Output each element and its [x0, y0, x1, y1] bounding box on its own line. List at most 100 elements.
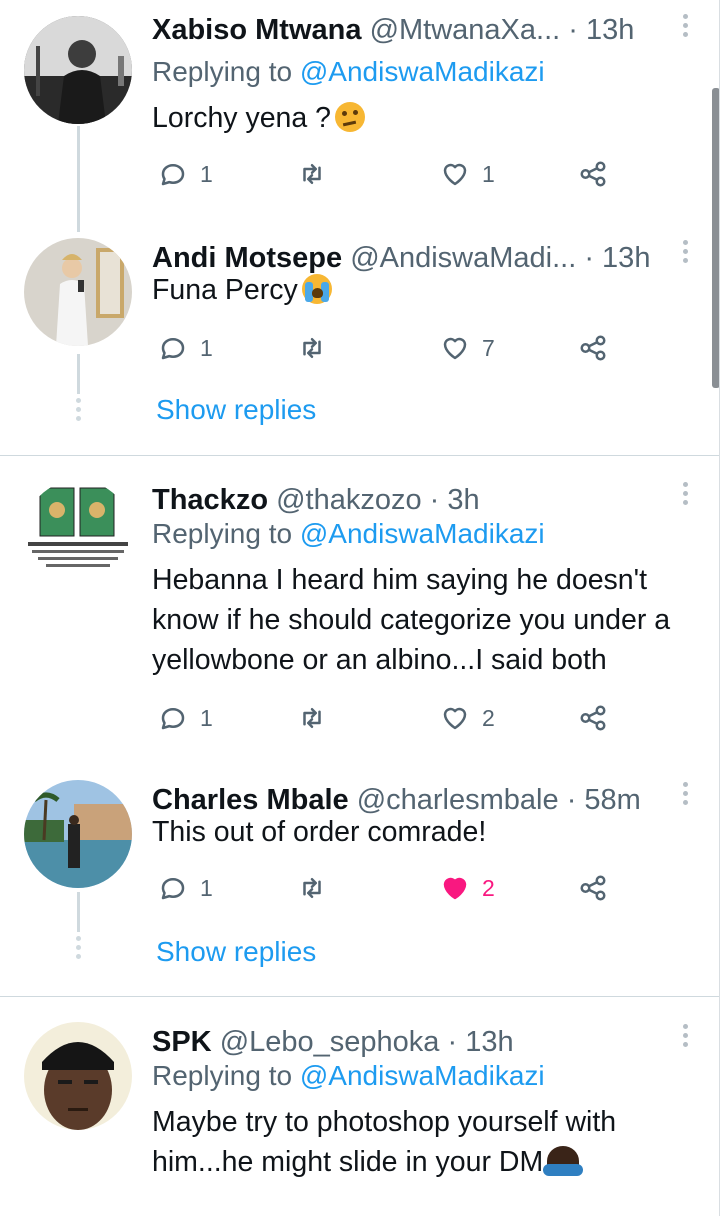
replying-prefix: Replying to: [152, 1060, 293, 1091]
replying-prefix: Replying to: [152, 56, 293, 87]
like-count: 2: [482, 704, 495, 731]
mention-link[interactable]: @AndiswaMadikazi: [300, 518, 545, 549]
retweet-button[interactable]: [297, 152, 327, 196]
share-icon: [580, 161, 606, 187]
reply-button[interactable]: 1: [158, 326, 213, 370]
timestamp[interactable]: · 13h: [568, 14, 634, 46]
reply-button[interactable]: 1: [158, 696, 213, 740]
thread-collapsed-dots: [75, 398, 81, 425]
more-options-icon[interactable]: [680, 482, 690, 512]
display-name[interactable]: SPK: [152, 1026, 212, 1058]
tweet-text: This out of order comrade!: [152, 816, 487, 848]
retweet-icon: [303, 878, 321, 898]
reply-count: 1: [200, 334, 213, 361]
timestamp[interactable]: · 13h: [448, 1026, 514, 1058]
more-options-icon[interactable]: [680, 240, 690, 270]
tweet-xabiso[interactable]: Xabiso Mtwana @MtwanaXa... · 13h Replyin…: [0, 0, 720, 232]
tweet-andi[interactable]: Andi Motsepe @AndiswaMadi... · 13h Funa …: [0, 228, 720, 454]
more-options-icon[interactable]: [680, 14, 690, 44]
avatar[interactable]: [24, 480, 132, 588]
like-icon: [443, 163, 467, 186]
share-button[interactable]: [578, 326, 608, 370]
like-button[interactable]: 7: [440, 326, 495, 370]
like-count: 2: [482, 874, 495, 901]
display-name[interactable]: Thackzo: [152, 484, 268, 516]
avatar[interactable]: [24, 238, 132, 346]
retweet-button[interactable]: [297, 696, 327, 740]
avatar-photo: [24, 1022, 132, 1130]
avatar-photo-bw: [24, 16, 132, 124]
thread-line: [77, 892, 80, 932]
reply-icon: [161, 878, 185, 900]
show-replies-link[interactable]: Show replies: [156, 390, 316, 430]
share-button[interactable]: [578, 152, 608, 196]
share-icon: [580, 705, 606, 731]
person-shrugging-icon: [543, 1146, 584, 1176]
retweet-icon: [303, 164, 321, 184]
tweet-text: Lorchy yena ?: [152, 98, 707, 138]
reply-count: 1: [200, 704, 213, 731]
thinking-face-icon: [335, 102, 366, 132]
reply-count: 1: [200, 874, 213, 901]
tweet-header: Xabiso Mtwana @MtwanaXa... · 13h: [152, 10, 672, 50]
divider: [0, 996, 720, 997]
avatar-image-cards: [24, 480, 132, 588]
timestamp[interactable]: · 3h: [430, 484, 480, 516]
reply-button[interactable]: 1: [158, 866, 213, 910]
like-button[interactable]: 2: [440, 866, 495, 910]
action-bar: 1 2: [152, 696, 622, 740]
avatar-photo: [24, 238, 132, 346]
tweet-charles[interactable]: Charles Mbale @charlesmbale · 58m This o…: [0, 770, 720, 996]
thread-collapsed-dots: [75, 936, 81, 963]
avatar[interactable]: [24, 16, 132, 124]
tweet-text: Funa Percy: [152, 270, 707, 310]
like-filled-icon: [443, 877, 467, 900]
like-button[interactable]: 1: [440, 152, 495, 196]
reply-icon: [161, 338, 185, 360]
share-button[interactable]: [578, 866, 608, 910]
action-bar: 1 1: [152, 152, 622, 196]
thread-line: [77, 126, 80, 232]
tweet-spk[interactable]: SPK @Lebo_sephoka · 13h Replying to @And…: [0, 1012, 720, 1216]
replying-prefix: Replying to: [152, 518, 293, 549]
avatar[interactable]: [24, 1022, 132, 1130]
reply-button[interactable]: 1: [158, 152, 213, 196]
handle[interactable]: @Lebo_sephoka: [220, 1026, 440, 1058]
share-icon: [580, 335, 606, 361]
mention-link[interactable]: @AndiswaMadikazi: [300, 56, 545, 87]
more-options-icon[interactable]: [680, 782, 690, 812]
more-options-icon[interactable]: [680, 1024, 690, 1054]
avatar-photo: [24, 780, 132, 888]
loudly-crying-face-icon: [301, 274, 332, 304]
retweet-icon: [303, 708, 321, 728]
avatar[interactable]: [24, 780, 132, 888]
tweet-text: Hebanna I heard him saying he doesn't kn…: [152, 564, 671, 676]
tweet-text: Maybe try to photoshop yourself with him…: [152, 1102, 707, 1182]
like-count: 7: [482, 334, 495, 361]
like-icon: [443, 337, 467, 360]
thread-line: [77, 354, 80, 394]
mention-link[interactable]: @AndiswaMadikazi: [300, 1060, 545, 1091]
display-name[interactable]: Xabiso Mtwana: [152, 14, 362, 46]
handle[interactable]: @MtwanaXa...: [370, 14, 561, 46]
replying-to: Replying to @AndiswaMadikazi: [152, 514, 545, 554]
like-button[interactable]: 2: [440, 696, 495, 740]
tweet-thackzo[interactable]: Thackzo @thakzozo · 3h Replying to @Andi…: [0, 470, 720, 760]
tweet-text-content: Funa Percy: [152, 274, 298, 306]
retweet-button[interactable]: [297, 326, 327, 370]
reply-count: 1: [200, 160, 213, 187]
action-bar: 1 2: [152, 866, 622, 910]
action-bar: 1 7: [152, 326, 622, 370]
like-icon: [443, 707, 467, 730]
handle[interactable]: @thakzozo: [276, 484, 422, 516]
share-button[interactable]: [578, 696, 608, 740]
share-icon: [580, 875, 606, 901]
retweet-icon: [303, 338, 321, 358]
show-replies-link[interactable]: Show replies: [156, 932, 316, 972]
replying-to: Replying to @AndiswaMadikazi: [152, 52, 545, 92]
reply-icon: [161, 708, 185, 730]
replying-to: Replying to @AndiswaMadikazi: [152, 1056, 545, 1096]
like-count: 1: [482, 160, 495, 187]
retweet-button[interactable]: [297, 866, 327, 910]
tweet-text-content: Lorchy yena ?: [152, 102, 332, 134]
